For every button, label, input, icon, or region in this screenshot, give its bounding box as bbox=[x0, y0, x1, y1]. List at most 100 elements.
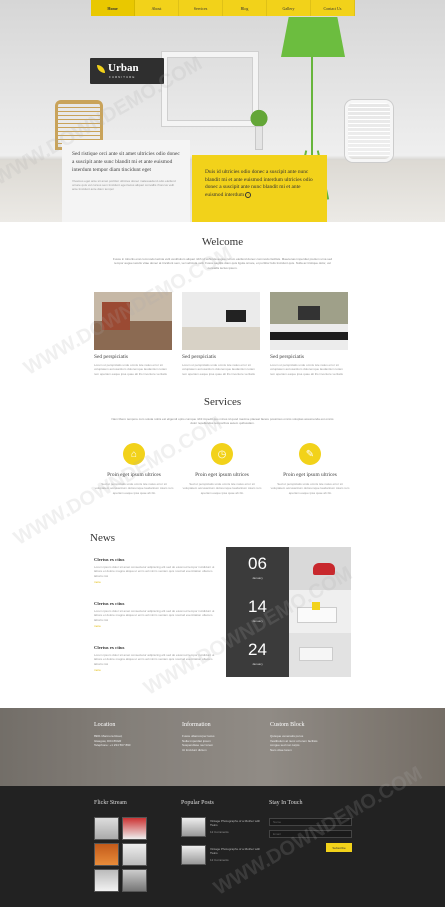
hero-chair-white bbox=[345, 100, 393, 162]
date-day: 14 bbox=[248, 597, 267, 616]
news-title: News bbox=[90, 532, 116, 544]
news-item: Clertus ex ctius Lorem ipsum dolor sit a… bbox=[94, 601, 220, 628]
news-image-sofa bbox=[297, 602, 337, 623]
card-text: Lorem ut perspiciatis unde omnis iste na… bbox=[182, 363, 255, 376]
news-item-text: Lorem ipsum dolor sit amet consectetur a… bbox=[94, 609, 215, 622]
service-title[interactable]: Proin eget ipsum ultrices bbox=[94, 472, 174, 478]
card-image[interactable] bbox=[94, 292, 172, 350]
post-title[interactable]: Vintage Photographs of a Mother with Twi… bbox=[210, 847, 262, 855]
service-item: ◷ Proin eget ipsum ultrices Sed ut persp… bbox=[182, 443, 262, 495]
hero-box-text: Vivamus eget ante sit amet porttitor ult… bbox=[72, 178, 176, 192]
news-more-link[interactable]: more bbox=[94, 580, 220, 584]
location-title: Location bbox=[94, 722, 116, 728]
leaf-icon bbox=[97, 65, 105, 73]
card-title[interactable]: Sed perspiciatis bbox=[94, 354, 172, 360]
services-lead: Nam libero tempore cum soluta nobis est … bbox=[111, 417, 334, 426]
card-title[interactable]: Sed perspiciatis bbox=[182, 354, 260, 360]
card-image[interactable] bbox=[182, 292, 260, 350]
card-title[interactable]: Sed perspiciatis bbox=[270, 354, 348, 360]
logo-name: Urban bbox=[108, 62, 139, 74]
popular-post[interactable]: Vintage Photographs of a Mother with Twi… bbox=[181, 845, 263, 865]
news-item-title[interactable]: Clertus ex ctius bbox=[94, 645, 220, 650]
flickr-thumb[interactable] bbox=[94, 869, 119, 892]
news-item: Clertus ex ctius Lorem ipsum dolor sit a… bbox=[94, 645, 220, 672]
flickr-thumb[interactable] bbox=[94, 817, 119, 840]
service-text: Sed ut perspiciatis unde omnis iste natu… bbox=[182, 482, 262, 495]
home-icon[interactable]: ⌂ bbox=[123, 443, 145, 465]
service-title[interactable]: Proin eget ipsum ultrices bbox=[270, 472, 350, 478]
hero-text-box: Sed ristique orci ante sit amet ultricie… bbox=[62, 140, 190, 222]
news-item-title[interactable]: Clertus ex ctius bbox=[94, 557, 220, 562]
flickr-thumb[interactable] bbox=[122, 869, 147, 892]
hero-vase bbox=[255, 126, 263, 150]
service-item: ✎ Proin eget ipsum ultrices Sed ut persp… bbox=[270, 443, 350, 495]
news-image-chair bbox=[313, 563, 335, 575]
news-item-text: Lorem ipsum dolor sit amet consectetur a… bbox=[94, 565, 215, 578]
card-text: Lorem ut perspiciatis unde omnis iste na… bbox=[270, 363, 343, 376]
name-field[interactable]: Name bbox=[269, 818, 352, 826]
date-month: January bbox=[252, 662, 263, 666]
welcome-card: Sed perspiciatis Lorem ut perspiciatis u… bbox=[270, 292, 348, 376]
email-field[interactable]: Email bbox=[269, 830, 352, 838]
logo-subtitle: FURNITURE bbox=[109, 75, 136, 79]
post-comments: 12 Comments bbox=[210, 830, 229, 834]
custom-block: Custom Block Quisque venenatis purus Ves… bbox=[270, 722, 352, 752]
nav-services[interactable]: Services bbox=[179, 0, 223, 16]
information-title: Information bbox=[182, 722, 211, 728]
news-more-link[interactable]: more bbox=[94, 668, 220, 672]
touch-title: Stay In Touch bbox=[269, 800, 303, 806]
service-item: ⌂ Proin eget ipsum ultrices Sed ut persp… bbox=[94, 443, 174, 495]
popular-post[interactable]: Vintage Photographs of a Mother with Twi… bbox=[181, 817, 263, 837]
welcome-title: Welcome bbox=[201, 236, 244, 248]
date-day: 24 bbox=[248, 640, 267, 659]
news-more-link[interactable]: more bbox=[94, 624, 220, 628]
post-thumb[interactable] bbox=[181, 817, 206, 837]
post-thumb[interactable] bbox=[181, 845, 206, 865]
subscribe-button[interactable]: Subscribe bbox=[326, 843, 352, 852]
hero-lamp-shade bbox=[281, 17, 345, 57]
site-logo[interactable]: Urban FURNITURE bbox=[90, 58, 164, 84]
hero-yellow-box: Duis id ultricies odio donec a suscipit … bbox=[192, 155, 327, 222]
flickr-thumb[interactable] bbox=[94, 843, 119, 866]
nav-blog[interactable]: Blog bbox=[223, 0, 267, 16]
main-nav: Home About Services Blog Gallery Contact… bbox=[91, 0, 355, 16]
news-date: 24 January bbox=[226, 633, 289, 676]
flickr-thumb[interactable] bbox=[122, 843, 147, 866]
service-text: Sed ut perspiciatis unde omnis iste natu… bbox=[94, 482, 174, 495]
post-comments: 12 Comments bbox=[210, 858, 229, 862]
welcome-card: Sed perspiciatis Lorem ut perspiciatis u… bbox=[94, 292, 172, 376]
custom-title: Custom Block bbox=[270, 722, 305, 728]
flickr-title: Flickr Stream bbox=[94, 800, 127, 806]
popular-title: Popular Posts bbox=[181, 800, 214, 806]
nav-gallery[interactable]: Gallery bbox=[267, 0, 311, 16]
news-item-title[interactable]: Clertus ex ctius bbox=[94, 601, 220, 606]
post-title[interactable]: Vintage Photographs of a Mother with Twi… bbox=[210, 819, 262, 827]
service-title[interactable]: Proin eget ipsum ultrices bbox=[182, 472, 262, 478]
custom-line: Nam vitae lorem bbox=[270, 747, 292, 752]
news-images[interactable] bbox=[289, 547, 351, 677]
welcome-card: Sed perspiciatis Lorem ut perspiciatis u… bbox=[182, 292, 260, 376]
news-item-text: Lorem ipsum dolor sit amet consectetur a… bbox=[94, 653, 215, 666]
news-image-bed bbox=[299, 647, 333, 661]
location-line: Telephone: +1 234 567 890 bbox=[94, 743, 131, 748]
service-text: Sed ut perspiciatis unde omnis iste natu… bbox=[270, 482, 350, 495]
edit-icon[interactable]: ✎ bbox=[299, 443, 321, 465]
information-link[interactable]: Ut tincidunt dictum bbox=[182, 748, 264, 753]
hero-yellow-text: Duis id ultricies odio donec a suscipit … bbox=[205, 169, 313, 198]
location-block: Location 8901 Marmora Road, Glasgow, D04… bbox=[94, 722, 176, 748]
information-block: Information Fusce ullamcorper lacus Null… bbox=[182, 722, 264, 752]
nav-contact[interactable]: Contact Us bbox=[311, 0, 355, 16]
services-title: Services bbox=[203, 396, 242, 408]
news-dates: 06 January 14 January 24 January bbox=[226, 547, 289, 677]
arrow-right-icon[interactable]: › bbox=[245, 191, 252, 198]
news-item: Clertus ex ctius Lorem ipsum dolor sit a… bbox=[94, 557, 220, 584]
nav-about[interactable]: About bbox=[135, 0, 179, 16]
date-day: 06 bbox=[248, 554, 267, 573]
card-image[interactable] bbox=[270, 292, 348, 350]
flickr-thumb[interactable] bbox=[122, 817, 147, 840]
info-band: Location 8901 Marmora Road, Glasgow, D04… bbox=[0, 708, 445, 786]
news-date: 14 January bbox=[226, 590, 289, 633]
hero-plant bbox=[244, 104, 274, 128]
clock-icon[interactable]: ◷ bbox=[211, 443, 233, 465]
nav-home[interactable]: Home bbox=[91, 0, 135, 16]
